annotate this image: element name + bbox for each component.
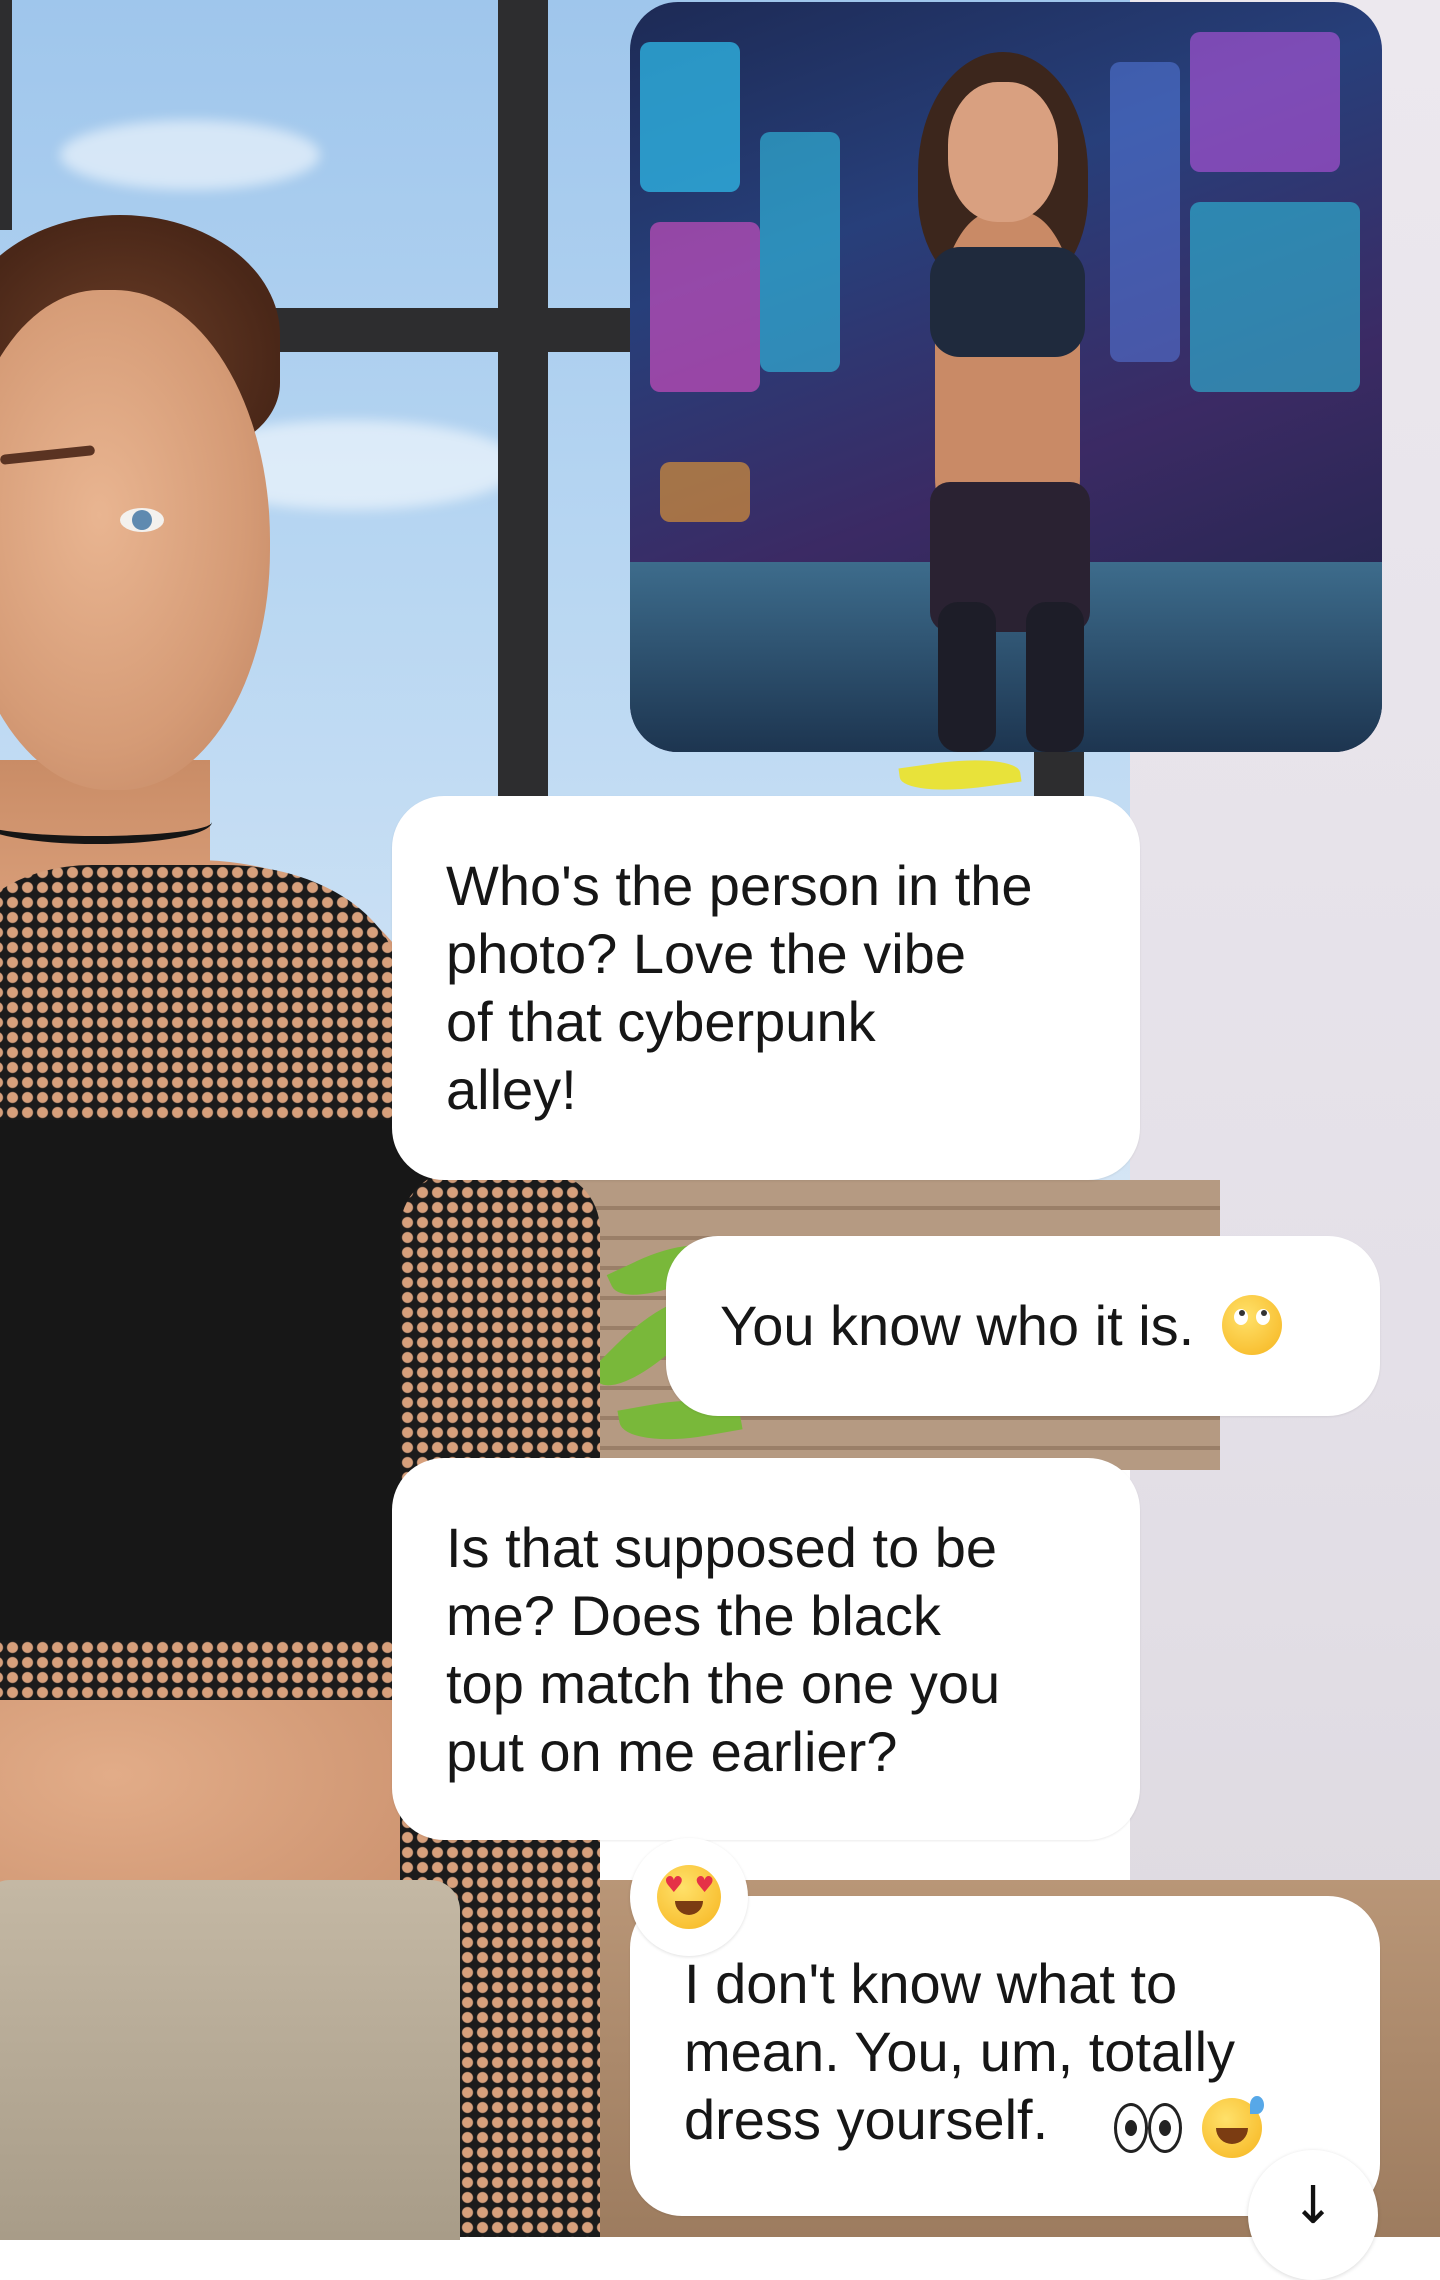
grinning-face-with-sweat-icon: [1201, 2096, 1264, 2159]
eyes-icon: [1114, 2103, 1148, 2154]
arrow-down-icon: ↓: [1291, 2176, 1335, 2236]
message-emoji-group: [1114, 2090, 1264, 2159]
message-bubble-character: Who's the person in the photo? Love the …: [392, 796, 1140, 1180]
black-crop-top: [0, 1120, 430, 1720]
avatar-pants: [0, 1880, 460, 2240]
scroll-to-bottom-button[interactable]: ↓: [1248, 2150, 1378, 2280]
message-bubble-character: Is that supposed to be me? Does the blac…: [392, 1458, 1140, 1840]
message-text: Who's the person in the photo? Love the …: [446, 854, 1033, 1121]
message-reaction[interactable]: [630, 1838, 748, 1956]
message-bubble-user: You know who it is.: [666, 1236, 1380, 1416]
eyes-icon: [1148, 2103, 1182, 2154]
message-text: Is that supposed to be me? Does the blac…: [446, 1516, 1001, 1783]
shared-photo[interactable]: [630, 2, 1382, 752]
message-text: You know who it is.: [720, 1294, 1195, 1357]
face-with-rolling-eyes-icon: [1221, 1295, 1282, 1356]
heart-eyes-icon: [657, 1865, 721, 1929]
